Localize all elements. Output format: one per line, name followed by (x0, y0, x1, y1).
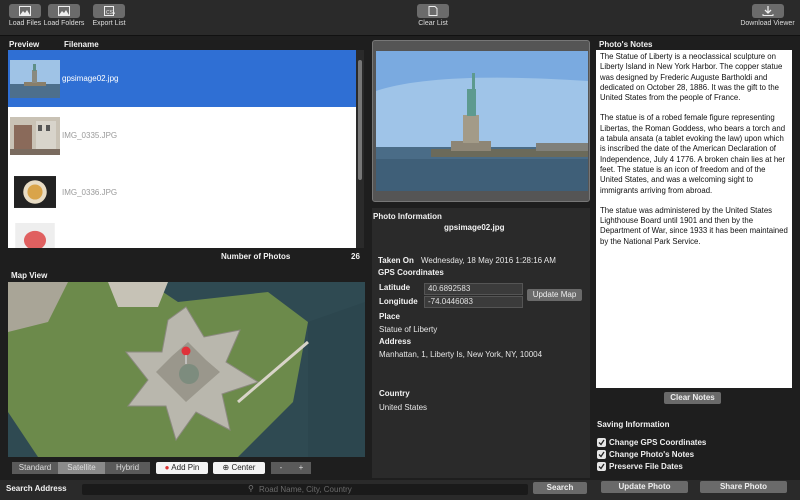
notes-textarea[interactable]: The Statue of Liberty is a neoclassical … (596, 50, 792, 388)
update-map-button[interactable]: Update Map (527, 289, 582, 301)
center-label: Center (231, 463, 256, 472)
toolbar: Load Files Load Folders CSV Export List … (0, 0, 800, 36)
thumbnail-image (15, 223, 55, 248)
preserve-dates-checkbox[interactable] (597, 462, 606, 471)
satellite-map[interactable] (8, 282, 365, 457)
export-list-button[interactable]: CSV Export List (84, 4, 134, 27)
search-icon: ⚲ (248, 484, 254, 493)
download-viewer-button[interactable]: Download Viewer (740, 4, 795, 27)
load-files-label: Load Files (8, 20, 42, 27)
list-scrollbar[interactable] (356, 50, 364, 248)
list-item[interactable]: gpsimage02.jpg (8, 50, 356, 107)
checkmark-icon (598, 463, 605, 470)
thumbnail-image (10, 117, 60, 155)
thumbnail-image (10, 60, 60, 98)
place-value: Statue of Liberty (379, 325, 438, 334)
change-notes-label: Change Photo's Notes (609, 450, 695, 459)
longitude-field[interactable]: -74.0446083 (424, 296, 523, 308)
list-item[interactable]: IMG_0335.JPG (8, 107, 356, 164)
thumbnail-image (14, 176, 56, 208)
list-item[interactable]: IMG_0336.JPG (8, 164, 356, 221)
longitude-label: Longitude (379, 297, 418, 306)
search-placeholder: Road Name, City, Country (259, 485, 352, 494)
photo-list[interactable]: gpsimage02.jpg IMG_0335.JPG IMG_0336.JPG (8, 50, 356, 248)
search-address-input[interactable]: ⚲ Road Name, City, Country (82, 484, 528, 495)
center-button[interactable]: ⊕ Center (213, 462, 265, 474)
address-label: Address (379, 337, 412, 346)
filename-column-header[interactable]: Filename (64, 40, 99, 49)
latitude-field[interactable]: 40.6892583 (424, 283, 523, 295)
document-icon (417, 4, 449, 18)
preview-column-header[interactable]: Preview (9, 40, 39, 49)
crosshair-icon: ⊕ (222, 463, 230, 472)
place-label: Place (379, 312, 400, 321)
map-mode-standard[interactable]: Standard (12, 462, 58, 474)
pin-icon: ● (164, 463, 170, 472)
notes-title: Photo's Notes (599, 40, 653, 49)
taken-on-label: Taken On (378, 256, 414, 265)
add-pin-label: Add Pin (171, 463, 200, 472)
list-item[interactable] (8, 221, 356, 248)
add-pin-button[interactable]: ● Add Pin (156, 462, 208, 474)
notes-paragraph: The statue was administered by the Unite… (600, 205, 788, 246)
photo-count-value: 26 (351, 252, 360, 261)
photo-count-label: Number of Photos (221, 252, 291, 261)
export-list-label: Export List (92, 20, 126, 27)
preserve-dates-label: Preserve File Dates (609, 462, 683, 471)
country-value: United States (379, 403, 428, 412)
country-label: Country (379, 389, 410, 398)
photo-preview (372, 40, 590, 202)
download-icon (751, 4, 784, 18)
zoom-in-button[interactable]: + (291, 462, 311, 474)
export-icon: CSV (93, 4, 125, 18)
share-photo-button[interactable]: Share Photo (700, 481, 787, 493)
scrollbar-thumb[interactable] (358, 60, 362, 180)
list-item-filename: IMG_0336.JPG (62, 188, 118, 197)
image-icon (9, 4, 41, 18)
change-gps-checkbox[interactable] (597, 438, 606, 447)
gps-coordinates-label: GPS Coordinates (378, 268, 444, 277)
update-photo-button[interactable]: Update Photo (601, 481, 688, 493)
taken-on-value: Wednesday, 18 May 2016 1:28:16 AM (421, 256, 556, 265)
change-gps-label: Change GPS Coordinates (609, 438, 707, 447)
notes-paragraph: The statue is of a robed female figure r… (600, 113, 786, 195)
svg-text:CSV: CSV (106, 10, 115, 16)
map-mode-satellite[interactable]: Satellite (58, 462, 105, 474)
zoom-out-button[interactable]: - (271, 462, 291, 474)
statue-of-liberty-photo (376, 51, 588, 191)
photo-info-title: Photo Information (373, 212, 442, 221)
list-item-filename: IMG_0335.JPG (62, 131, 118, 140)
clear-list-button[interactable]: Clear List (408, 4, 458, 27)
search-address-label: Search Address (6, 484, 67, 493)
search-button[interactable]: Search (533, 482, 587, 494)
checkmark-icon (598, 439, 605, 446)
map-mode-hybrid[interactable]: Hybrid (105, 462, 150, 474)
photo-info-filename: gpsimage02.jpg (444, 223, 505, 232)
list-item-filename: gpsimage02.jpg (62, 74, 119, 83)
latitude-label: Latitude (379, 283, 411, 292)
notes-paragraph: The Statue of Liberty is a neoclassical … (600, 52, 783, 103)
load-folders-button[interactable]: Load Folders (39, 4, 89, 27)
clear-list-label: Clear List (418, 20, 448, 27)
map-view-title: Map View (11, 271, 48, 280)
map-pin-icon[interactable] (180, 346, 192, 364)
folder-image-icon (48, 4, 80, 18)
clear-notes-button[interactable]: Clear Notes (664, 392, 721, 404)
download-viewer-label: Download Viewer (740, 20, 795, 27)
load-folders-label: Load Folders (43, 20, 85, 27)
checkmark-icon (598, 451, 605, 458)
address-value: Manhattan, 1, Liberty Is, New York, NY, … (379, 350, 543, 359)
saving-info-title: Saving Information (597, 420, 670, 429)
change-notes-checkbox[interactable] (597, 450, 606, 459)
